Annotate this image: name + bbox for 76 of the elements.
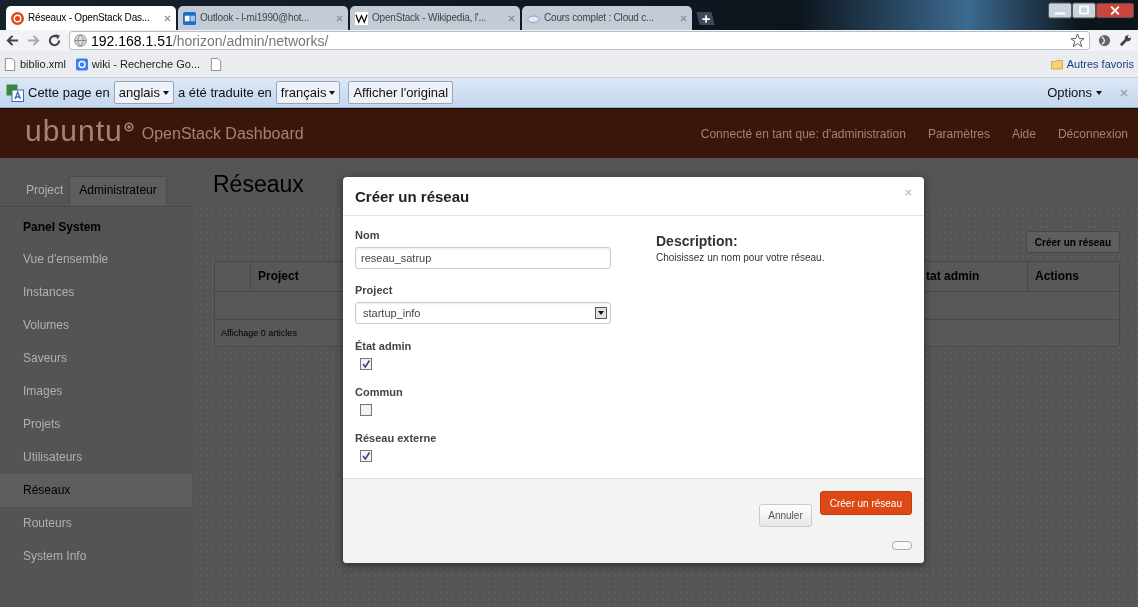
column-header: Actions xyxy=(1034,268,1080,285)
back-arrow-icon[interactable] xyxy=(6,34,19,47)
field-label: Réseau externe xyxy=(355,432,437,444)
translate-text: Cette page en xyxy=(28,85,110,100)
browser-tab[interactable]: Réseaux - OpenStack Das... xyxy=(6,6,176,30)
description-heading: Description: xyxy=(656,233,739,249)
caret-icon xyxy=(1096,90,1102,95)
show-original-button[interactable]: Afficher l'original xyxy=(348,81,454,104)
maximize-icon[interactable] xyxy=(1072,2,1096,19)
language-dropdown[interactable]: français xyxy=(275,81,341,104)
page-icon[interactable] xyxy=(210,57,223,71)
logo: ubuntu xyxy=(25,115,123,146)
sidebar-item[interactable]: Vue d'ensemble xyxy=(0,243,192,276)
translate-icon xyxy=(6,83,24,102)
checkbox[interactable] xyxy=(360,450,372,462)
mail-app-icon xyxy=(183,11,196,25)
circle-logo-icon xyxy=(11,11,24,25)
options-menu[interactable]: Options xyxy=(1041,84,1108,101)
sidebar-item[interactable]: Instances xyxy=(0,276,192,309)
create-network-button[interactable]: Créer un réseau xyxy=(1025,231,1120,253)
address-bar[interactable]: 192.168.1.51/horizon/admin/networks/ xyxy=(69,31,1090,50)
header-link[interactable]: Déconnexion xyxy=(1057,126,1128,141)
translate-text: a été traduite en xyxy=(177,85,272,100)
header-link[interactable]: Connecté en tant que: d'administration xyxy=(700,126,906,141)
sidebar-tab[interactable]: Project xyxy=(20,176,70,206)
sidebar-tab[interactable]: Administrateur xyxy=(69,176,167,205)
bookmark[interactable]: wiki - Recherche Go... xyxy=(75,57,201,71)
browser-tab[interactable]: Outlook - l-mi1990@hot... xyxy=(178,6,348,30)
registered-mark-icon xyxy=(123,121,134,132)
sidebar-item[interactable]: Routeurs xyxy=(0,507,192,540)
checkbox[interactable] xyxy=(360,358,372,370)
description-text: Choisissez un nom pour votre réseau. xyxy=(656,252,826,263)
new-tab-button[interactable] xyxy=(694,11,716,26)
field-label: État admin xyxy=(355,340,412,352)
star-icon[interactable] xyxy=(1070,33,1085,48)
field-label: Project xyxy=(355,284,393,296)
page-title: Réseaux xyxy=(213,171,304,197)
cancel-button[interactable]: Annuler xyxy=(759,504,812,527)
sidebar-item[interactable]: Utilisateurs xyxy=(0,441,192,474)
language-dropdown[interactable]: anglais xyxy=(113,81,174,104)
pill-shape xyxy=(892,541,912,550)
field-label: Nom xyxy=(355,229,380,241)
wrench-icon[interactable] xyxy=(1119,34,1132,47)
modal-title: Créer un réseau xyxy=(355,187,470,205)
minimize-icon[interactable] xyxy=(1048,2,1072,19)
sidebar-heading: Panel System xyxy=(22,219,103,236)
header-link[interactable]: Aide xyxy=(1011,126,1036,141)
product-name: OpenStack Dashboard xyxy=(141,124,304,143)
checkbox[interactable] xyxy=(360,404,372,416)
close-icon[interactable] xyxy=(1096,2,1134,19)
globe-icon xyxy=(74,34,87,47)
field-label: Commun xyxy=(355,386,403,398)
folder-icon xyxy=(1050,57,1063,71)
project-dropdown[interactable]: startup_info xyxy=(355,302,611,324)
extension-icon[interactable] xyxy=(1098,34,1111,47)
name-field[interactable]: reseau_satrup xyxy=(355,247,611,269)
caret-icon xyxy=(162,90,169,95)
page-icon xyxy=(4,57,16,71)
column-header: Project xyxy=(257,268,300,285)
reload-icon[interactable] xyxy=(48,34,61,47)
sidebar-item[interactable]: Images xyxy=(0,375,192,408)
sidebar-item[interactable]: System Info xyxy=(0,540,192,573)
browser-tab[interactable]: Cours complet : Cloud c... xyxy=(522,6,692,30)
g-logo-icon xyxy=(75,57,88,71)
bookmark[interactable]: biblio.xml xyxy=(4,57,66,71)
sidebar-item[interactable]: Volumes xyxy=(0,309,192,342)
sidebar-item[interactable]: Saveurs xyxy=(0,342,192,375)
sidebar-item[interactable]: Projets xyxy=(0,408,192,441)
header-link[interactable]: Paramètres xyxy=(927,126,990,141)
caret-icon xyxy=(329,90,336,95)
w-letter-icon xyxy=(355,11,368,25)
browser-tab[interactable]: OpenStack - Wikipedia, l'... xyxy=(350,6,520,30)
sidebar-item[interactable]: Réseaux xyxy=(0,474,192,507)
submit-button[interactable]: Créer un réseau xyxy=(819,491,912,515)
bookmark-folder[interactable]: Autres favoris xyxy=(1050,57,1134,71)
table-footer: Affichage 0 articles xyxy=(221,328,297,338)
